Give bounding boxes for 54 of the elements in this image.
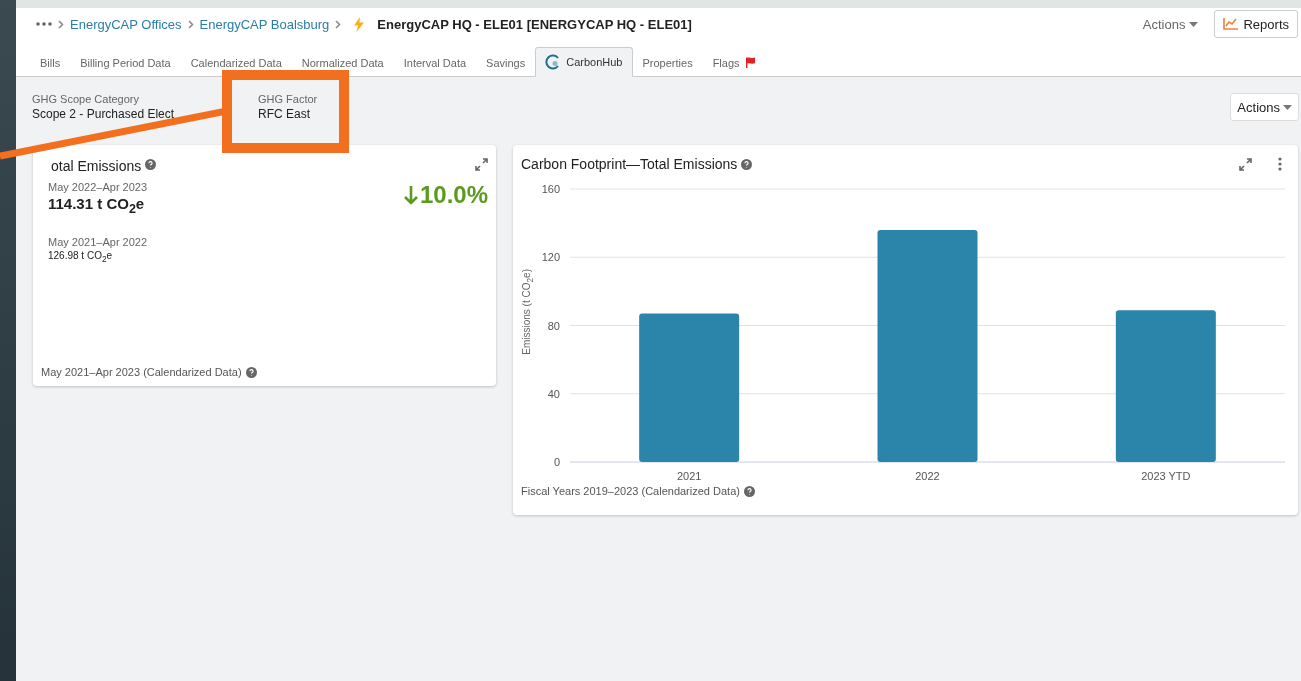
flag-icon bbox=[744, 57, 756, 68]
emissions-value: 126.98 t CO$_{2}$e bbox=[48, 250, 114, 264]
axis-tick-label: 0 bbox=[553, 456, 560, 468]
card-footer: Fiscal Years 2019–2023 (Calendarized Data) bbox=[521, 485, 740, 497]
chevron-icon bbox=[187, 19, 194, 29]
period-label: May 2021–Apr 2022 bbox=[48, 236, 148, 248]
axis-tick-label: 120 bbox=[541, 251, 560, 264]
axis-tick-label: 2022 bbox=[915, 470, 940, 482]
tab[interactable]: Normalized Data bbox=[291, 47, 394, 77]
tab[interactable]: Calendarized Data bbox=[180, 47, 292, 77]
axis-tick-label: 2023 YTD bbox=[1141, 470, 1191, 482]
card-title: otal Emissions bbox=[51, 158, 142, 174]
card-footer: May 2021–Apr 2023 (Calendarized Data) bbox=[41, 366, 242, 378]
chevron-icon bbox=[58, 19, 64, 29]
field-value: RFC East bbox=[258, 107, 311, 121]
tab[interactable]: Interval Data bbox=[393, 47, 477, 77]
lightning-icon bbox=[353, 16, 366, 32]
axis-tick-label: 40 bbox=[547, 387, 560, 400]
breadcrumb-link[interactable]: EnergyCAP Boalsburg bbox=[199, 16, 330, 32]
axis-tick-label: 80 bbox=[547, 319, 560, 332]
help-icon[interactable] bbox=[145, 158, 157, 170]
change-percent: 10.0% bbox=[419, 181, 488, 209]
chevron-icon bbox=[335, 19, 342, 29]
field-label: GHG Scope Category bbox=[32, 93, 140, 105]
field-label: GHG Factor bbox=[258, 93, 319, 105]
actions-menu[interactable]: Actions bbox=[1132, 16, 1209, 32]
caret-icon bbox=[1189, 21, 1199, 27]
field-value: Scope 2 - Purchased Elect bbox=[32, 107, 176, 121]
logo-icon bbox=[545, 54, 562, 70]
expand-icon[interactable] bbox=[475, 157, 488, 171]
axis-tick-label: 2021 bbox=[676, 470, 702, 482]
breadcrumb-link[interactable]: EnergyCAP Offices bbox=[70, 16, 182, 32]
page-title: EnergyCAP HQ - ELE01 [ENERGYCAP HQ - ELE01] bbox=[377, 16, 692, 32]
expand-icon[interactable] bbox=[1239, 157, 1252, 171]
axis-tick-label: 160 bbox=[541, 183, 560, 195]
tab[interactable]: Savings bbox=[476, 47, 536, 77]
line-chart-icon bbox=[1223, 18, 1239, 30]
tab[interactable]: Bills bbox=[30, 47, 71, 77]
more-icon[interactable] bbox=[1278, 157, 1282, 171]
arrow-down-icon bbox=[403, 185, 418, 205]
help-icon[interactable] bbox=[245, 366, 257, 378]
tab[interactable]: CarbonHub bbox=[535, 47, 633, 77]
tab[interactable]: Flags bbox=[702, 47, 766, 77]
emissions-value: 114.31 t CO$_{2}$e bbox=[48, 195, 146, 216]
tab[interactable]: Billing Period Data bbox=[70, 47, 181, 77]
caret-icon bbox=[1283, 104, 1292, 110]
help-icon[interactable] bbox=[743, 485, 755, 497]
help-icon[interactable] bbox=[741, 158, 753, 170]
tab[interactable]: Properties bbox=[632, 47, 703, 77]
actions-button[interactable]: Actions bbox=[1230, 93, 1299, 121]
ellipsis-icon[interactable] bbox=[36, 22, 52, 26]
reports-button[interactable]: Reports bbox=[1214, 10, 1298, 38]
period-label: May 2022–Apr 2023 bbox=[48, 181, 148, 193]
card-title: Carbon Footprint—Total Emissions bbox=[521, 156, 738, 172]
